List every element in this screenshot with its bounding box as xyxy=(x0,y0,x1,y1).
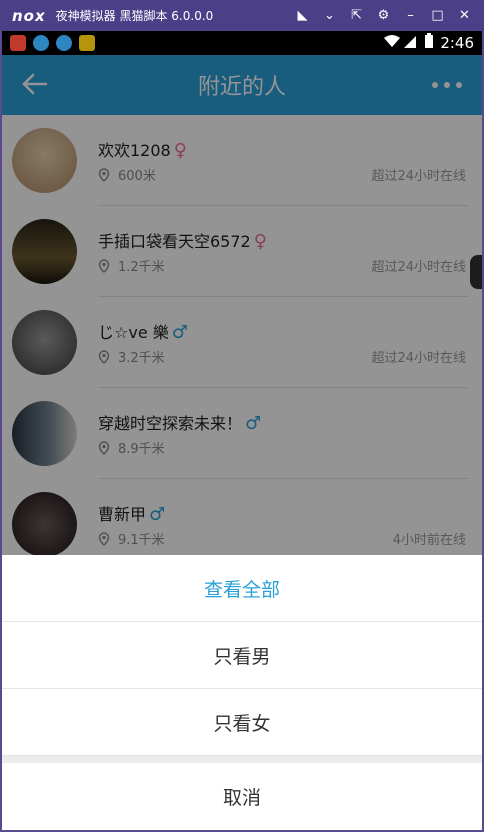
emulator-minimize-button[interactable]: – xyxy=(397,8,424,23)
notification-package-icon xyxy=(79,35,95,51)
clock: 2:46 xyxy=(440,34,474,52)
notification-sync-icon xyxy=(33,35,49,51)
view-all-option[interactable]: 查看全部 xyxy=(2,555,482,622)
emulator-title-bar: nox 夜神模拟器 黑猫脚本 6.0.0.0 ◣ ⌄ ⇱ ⚙ – □ ✕ xyxy=(0,0,484,31)
emulator-settings-icon[interactable]: ⚙ xyxy=(370,8,397,23)
battery-icon xyxy=(424,33,434,53)
status-right: 2:46 xyxy=(382,31,474,55)
wifi-signal-icon xyxy=(382,33,418,53)
sheet-separator xyxy=(2,756,482,763)
device-frame: 2:46 附近的人 欢欢1208 ♀ 600米 超过24小时在线 手插口袋看天空… xyxy=(2,31,482,830)
notification-app-icon xyxy=(10,35,26,51)
emulator-close-button[interactable]: ✕ xyxy=(451,8,478,23)
android-status-bar: 2:46 xyxy=(2,31,482,55)
emulator-controls: ◣ ⌄ ⇱ ⚙ – □ ✕ xyxy=(289,0,478,31)
emulator-dropdown-icon[interactable]: ⌄ xyxy=(316,8,343,23)
emulator-skin-icon[interactable]: ◣ xyxy=(289,8,316,23)
filter-bottom-sheet: 查看全部 只看男 只看女 取消 xyxy=(2,555,482,830)
emulator-maximize-button[interactable]: □ xyxy=(424,8,451,23)
emulator-title: 夜神模拟器 黑猫脚本 6.0.0.0 xyxy=(55,9,214,23)
emulator-pin-icon[interactable]: ⇱ xyxy=(343,8,370,23)
male-only-option[interactable]: 只看男 xyxy=(2,622,482,689)
female-only-option[interactable]: 只看女 xyxy=(2,689,482,756)
app-screen: 附近的人 欢欢1208 ♀ 600米 超过24小时在线 手插口袋看天空6572 ♀ xyxy=(2,55,482,830)
cancel-button[interactable]: 取消 xyxy=(2,763,482,830)
emulator-logo: nox xyxy=(12,6,46,25)
notification-sync-icon xyxy=(56,35,72,51)
